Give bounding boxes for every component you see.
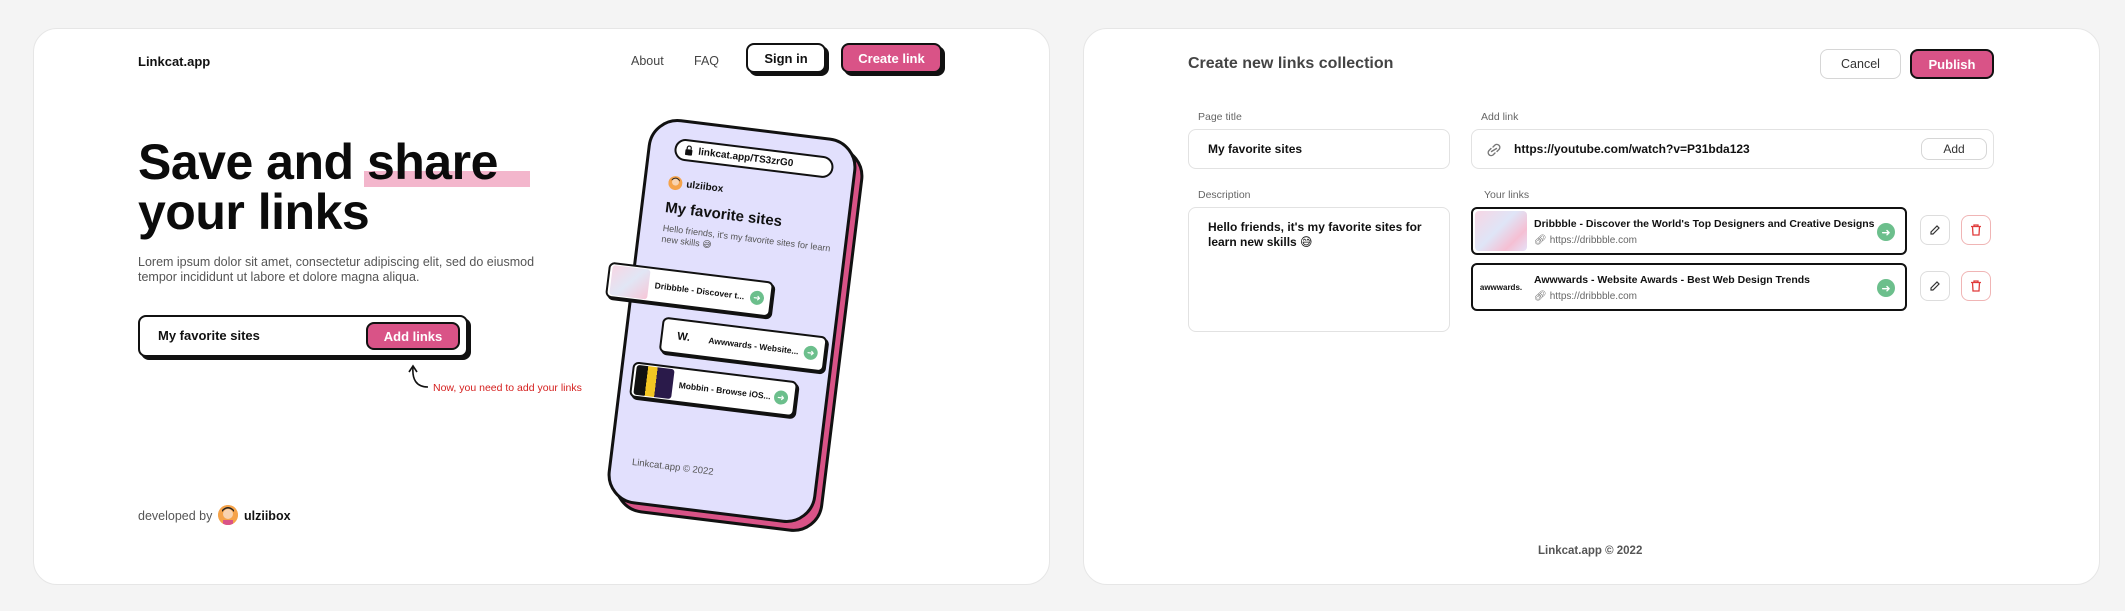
phone-link-title: Mobbin - Browse iOS... (678, 380, 772, 402)
pencil-icon (1930, 281, 1940, 291)
description-textarea[interactable]: Hello friends, it's my favorite sites fo… (1188, 207, 1450, 332)
link-icon: 🔗︎ (1534, 291, 1547, 302)
your-links-label: Your links (1484, 189, 1530, 201)
developer-name[interactable]: ulziibox (244, 509, 291, 523)
pencil-icon (1930, 225, 1940, 235)
open-link-icon[interactable]: ➜ (1877, 223, 1895, 241)
trash-icon (1971, 224, 1981, 236)
nav-faq[interactable]: FAQ (694, 54, 719, 68)
phone-link-title: Dribbble - Discover t... (654, 280, 745, 302)
edit-link-button[interactable] (1920, 215, 1950, 245)
open-link-icon[interactable]: ➜ (1877, 279, 1895, 297)
logo[interactable]: Linkcat.app (138, 54, 210, 69)
add-link-input[interactable]: https://youtube.com/watch?v=P31bda123 Ad… (1471, 129, 1994, 169)
delete-link-button[interactable] (1961, 215, 1991, 245)
add-link-button[interactable]: Add (1921, 138, 1987, 160)
lock-icon (684, 145, 693, 156)
add-link-value[interactable]: https://youtube.com/watch?v=P31bda123 (1514, 142, 1750, 156)
link-icon (1487, 143, 1501, 157)
link-item-dribbble[interactable]: Dribbble - Discover the World's Top Desi… (1471, 207, 1907, 255)
phone-user: ulziibox (668, 175, 725, 196)
page-title-input[interactable]: My favorite sites (1188, 129, 1450, 169)
phone-username: ulziibox (685, 178, 724, 195)
link-url-text: https://dribbble.com (1549, 291, 1637, 302)
publish-button[interactable]: Publish (1910, 49, 1994, 79)
description-value[interactable]: Hello friends, it's my favorite sites fo… (1208, 220, 1428, 250)
arrow-right-icon: ➜ (773, 389, 789, 406)
hero-line-1: Save and share (138, 134, 498, 190)
arrow-right-icon: ➜ (802, 345, 819, 361)
editor-card: Create new links collection Cancel Publi… (1083, 28, 2100, 585)
nav-about[interactable]: About (631, 54, 664, 68)
avatar (218, 505, 238, 525)
link-url: 🔗︎ https://dribbble.com (1534, 235, 1637, 246)
footer-copyright: Linkcat.app © 2022 (1538, 545, 1643, 557)
phone-url-bar: linkcat.app/TS3zrG0 (673, 137, 835, 180)
link-title: Awwwards - Website Awards - Best Web Des… (1534, 274, 1810, 286)
sign-in-button[interactable]: Sign in (746, 43, 826, 73)
phone-url-text: linkcat.app/TS3zrG0 (697, 146, 794, 169)
collection-name-input[interactable]: My favorite sites Add links (138, 315, 468, 357)
link-item-awwwards[interactable]: awwwards. Awwwards - Website Awards - Be… (1471, 263, 1907, 311)
developed-by-label: developed by (138, 509, 213, 523)
description-label: Description (1198, 189, 1251, 201)
page-title-value[interactable]: My favorite sites (1208, 142, 1302, 156)
link-title: Dribbble - Discover the World's Top Desi… (1534, 218, 1875, 230)
phone-description: Hello friends, it's my favorite sites fo… (660, 222, 831, 254)
hero-description: Lorem ipsum dolor sit amet, consectetur … (138, 255, 535, 284)
hero-line-2: your links (138, 184, 370, 240)
phone-link-title: Awwwards - Website... (707, 335, 800, 357)
trash-icon (1971, 280, 1981, 292)
awwwards-logo: awwwards. (1475, 267, 1527, 307)
arrow-right-icon: ➜ (749, 290, 765, 306)
link-url: 🔗︎ https://dribbble.com (1534, 291, 1637, 302)
add-link-label: Add link (1481, 111, 1519, 123)
link-url-text: https://dribbble.com (1549, 235, 1637, 246)
hero-heading: Save and share your links (138, 137, 498, 237)
phone-footer: Linkcat.app © 2022 (631, 456, 715, 478)
dribbble-thumbnail (1475, 211, 1527, 251)
delete-link-button[interactable] (1961, 271, 1991, 301)
phone-mockup: linkcat.app/TS3zrG0 ulziibox My favorite… (604, 115, 867, 536)
edit-link-button[interactable] (1920, 271, 1950, 301)
page-title-label: Page title (1198, 111, 1242, 123)
add-links-button[interactable]: Add links (366, 322, 460, 350)
link-icon: 🔗︎ (1534, 235, 1547, 246)
curved-arrow-icon (408, 364, 429, 388)
mobbin-thumbnail (633, 364, 675, 400)
cancel-button[interactable]: Cancel (1820, 49, 1901, 79)
page-title: Create new links collection (1188, 55, 1394, 72)
hint-text: Now, you need to add your links (433, 382, 582, 394)
landing-card: Linkcat.app About FAQ Sign in Create lin… (33, 28, 1050, 585)
awwwards-logo: W. (662, 320, 705, 355)
phone-avatar-icon (668, 176, 683, 191)
dribbble-thumbnail (609, 265, 651, 300)
collection-name-value[interactable]: My favorite sites (158, 328, 260, 343)
create-link-button[interactable]: Create link (841, 43, 942, 73)
